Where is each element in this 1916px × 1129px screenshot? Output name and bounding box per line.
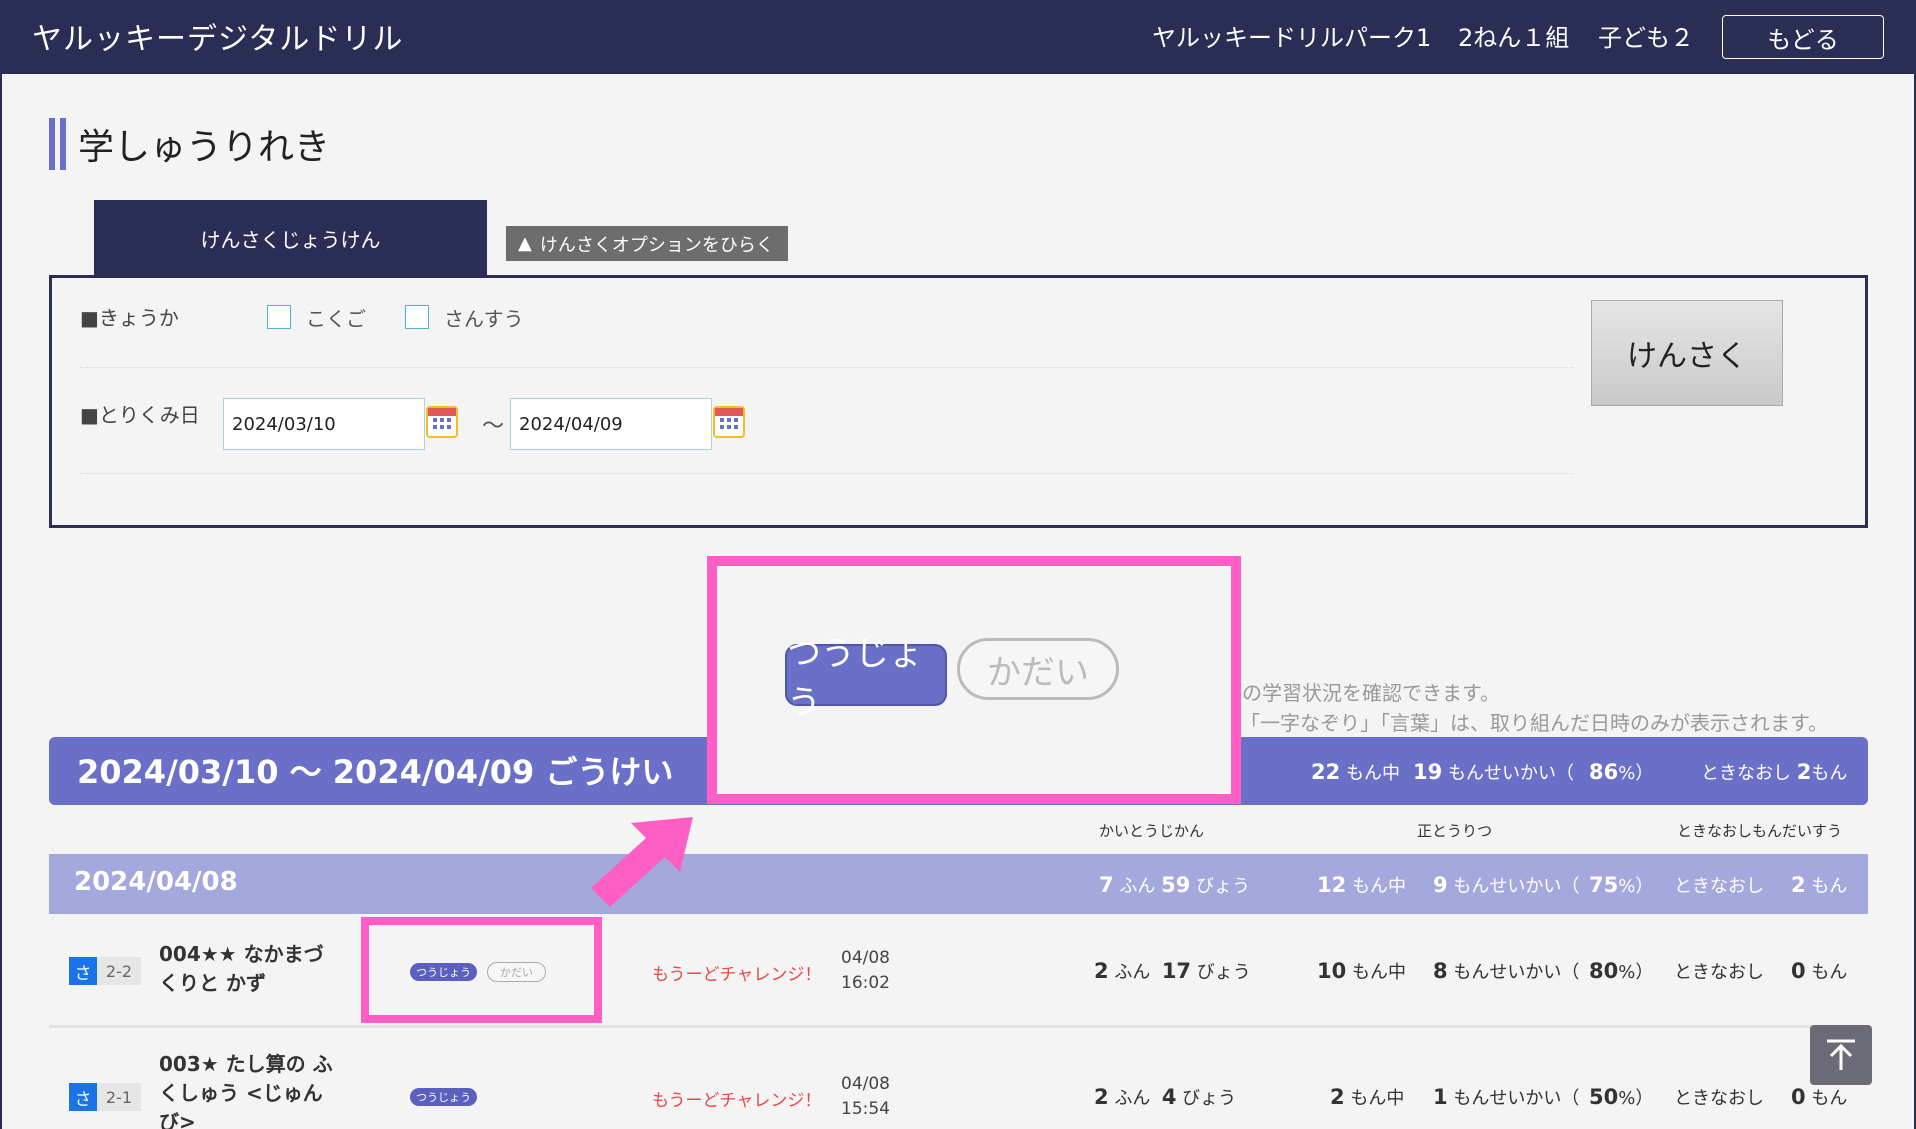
retry-count: 0 もん — [1791, 959, 1848, 983]
challenge-link[interactable]: もうーどチャレンジ！ — [652, 960, 821, 985]
date-group-retry-label: ときなおし — [1674, 876, 1764, 897]
total-count: 10 もん中 — [1317, 959, 1406, 983]
date-group-row: 2024/04/08 7 ふん 59 びょう 12 もん中 9 もんせいかい（ … — [49, 854, 1868, 914]
retry-count: 0 もん — [1791, 1085, 1848, 1109]
back-button[interactable]: もどる — [1722, 15, 1884, 59]
item-title[interactable]: 004★★ なかまづくりと かず — [159, 940, 339, 998]
divider — [80, 367, 1574, 368]
zoom-callout: つうじょう かだい — [707, 556, 1241, 804]
date-group-rate: 75%） — [1589, 873, 1654, 897]
summary-correct: 19 もんせいかい（ — [1413, 760, 1574, 784]
answer-time: 2 ふん 17 びょう — [1094, 959, 1251, 983]
column-accuracy: 正とうりつ — [1417, 822, 1493, 840]
accuracy-rate: 80%） — [1589, 959, 1654, 983]
checkbox-sansu-label: さんすう — [444, 307, 524, 331]
table-row[interactable]: さ 2-2 004★★ なかまづくりと かず つうじょう かだい もうーどチャレ… — [49, 914, 1868, 1014]
total-count: 2 もん中 — [1330, 1085, 1405, 1109]
calendar-icon[interactable] — [426, 406, 458, 438]
page-title-block: 学しゅうりれき — [49, 118, 330, 170]
summary-rate: 86%） — [1589, 760, 1654, 784]
column-answer-time: かいとうじかん — [1099, 822, 1205, 840]
subject-badge: さ — [69, 1083, 97, 1111]
open-options-label: けんさくオプションをひらく — [539, 234, 774, 256]
date-group-time: 7 ふん 59 びょう — [1099, 873, 1251, 897]
column-retry-count: ときなおしもんだいすう — [1677, 822, 1843, 840]
date-group-total: 12 もん中 — [1317, 873, 1406, 897]
calendar-icon[interactable] — [713, 406, 745, 438]
highlight-box — [361, 917, 602, 1023]
summary-total: 22 もん中 — [1311, 760, 1400, 784]
correct-count: 8 もんせいかい（ — [1433, 959, 1580, 983]
correct-count: 1 もんせいかい（ — [1433, 1085, 1580, 1109]
subject-label: ■きょうか — [80, 306, 179, 330]
checkbox-kokugo[interactable] — [267, 305, 291, 329]
date-group-retry: 2 もん — [1791, 873, 1848, 897]
tab-search-conditions[interactable]: けんさくじょうけん — [94, 200, 487, 276]
arrow-to-top-icon[interactable] — [1810, 1025, 1872, 1085]
arrow-up-right-icon — [591, 817, 693, 907]
table-row[interactable]: さ 2-1 003★ たし算の ふくしゅう <じゅんび> つうじょう もうーどチ… — [49, 1028, 1868, 1129]
search-button[interactable]: けんさく — [1591, 300, 1783, 406]
checkbox-kokugo-label: こくご — [306, 307, 366, 331]
info-note: の学習状況を確認できます。 — [1242, 681, 1500, 705]
checkbox-sansu[interactable] — [405, 305, 429, 329]
triangle-up-icon: ▲ — [518, 233, 532, 254]
retry-label: ときなおし — [1674, 1088, 1764, 1109]
title-accent — [49, 118, 66, 170]
attempt-time: 04/08 16:02 — [841, 948, 890, 993]
badge-normal-zoomed: つうじょう — [785, 634, 947, 723]
summary-retry: ときなおし 2もん — [1701, 760, 1848, 784]
date-group-correct: 9 もんせいかい（ — [1433, 873, 1580, 897]
date-group-label: 2024/04/08 — [74, 867, 238, 897]
accuracy-rate: 50%） — [1589, 1085, 1654, 1109]
divider — [80, 473, 1574, 474]
school-name: ヤルッキードリルパーク1 — [1152, 24, 1432, 52]
attempt-time: 04/08 15:54 — [841, 1074, 890, 1119]
challenge-link[interactable]: もうーどチャレンジ！ — [652, 1086, 821, 1111]
open-options-button[interactable]: ▲ けんさくオプションをひらく — [506, 226, 788, 261]
answer-time: 2 ふん 4 びょう — [1094, 1085, 1237, 1109]
retry-label: ときなおし — [1674, 962, 1764, 983]
badge-normal: つうじょう — [410, 1088, 477, 1106]
date-label: ■とりくみ日 — [80, 403, 200, 427]
subject-badge: さ — [69, 957, 97, 985]
left-border — [0, 74, 2, 1129]
info-note: 」「一字なぞり」「言葉」は、取り組んだ日時のみが表示されます。 — [1230, 711, 1828, 735]
date-separator: ～ — [482, 414, 505, 439]
date-from-input[interactable] — [223, 398, 425, 450]
item-title[interactable]: 003★ たし算の ふくしゅう <じゅんび> — [159, 1050, 339, 1129]
badge-assignment-zoomed: かだい — [957, 638, 1119, 700]
app-header: ヤルッキーデジタルドリル ヤルッキードリルパーク1 2ねん１組 子ども２ もどる — [0, 0, 1916, 74]
app-title: ヤルッキーデジタルドリル — [32, 22, 404, 57]
unit-badge: 2-1 — [97, 1083, 141, 1111]
date-to-input[interactable] — [510, 398, 712, 450]
summary-range: 2024/03/10 ～ 2024/04/09 ごうけい — [77, 753, 674, 791]
unit-badge: 2-2 — [97, 957, 141, 985]
child-name: 子ども２ — [1598, 24, 1694, 52]
class-name: 2ねん１組 — [1458, 24, 1570, 52]
page-title: 学しゅうりれき — [78, 127, 331, 168]
